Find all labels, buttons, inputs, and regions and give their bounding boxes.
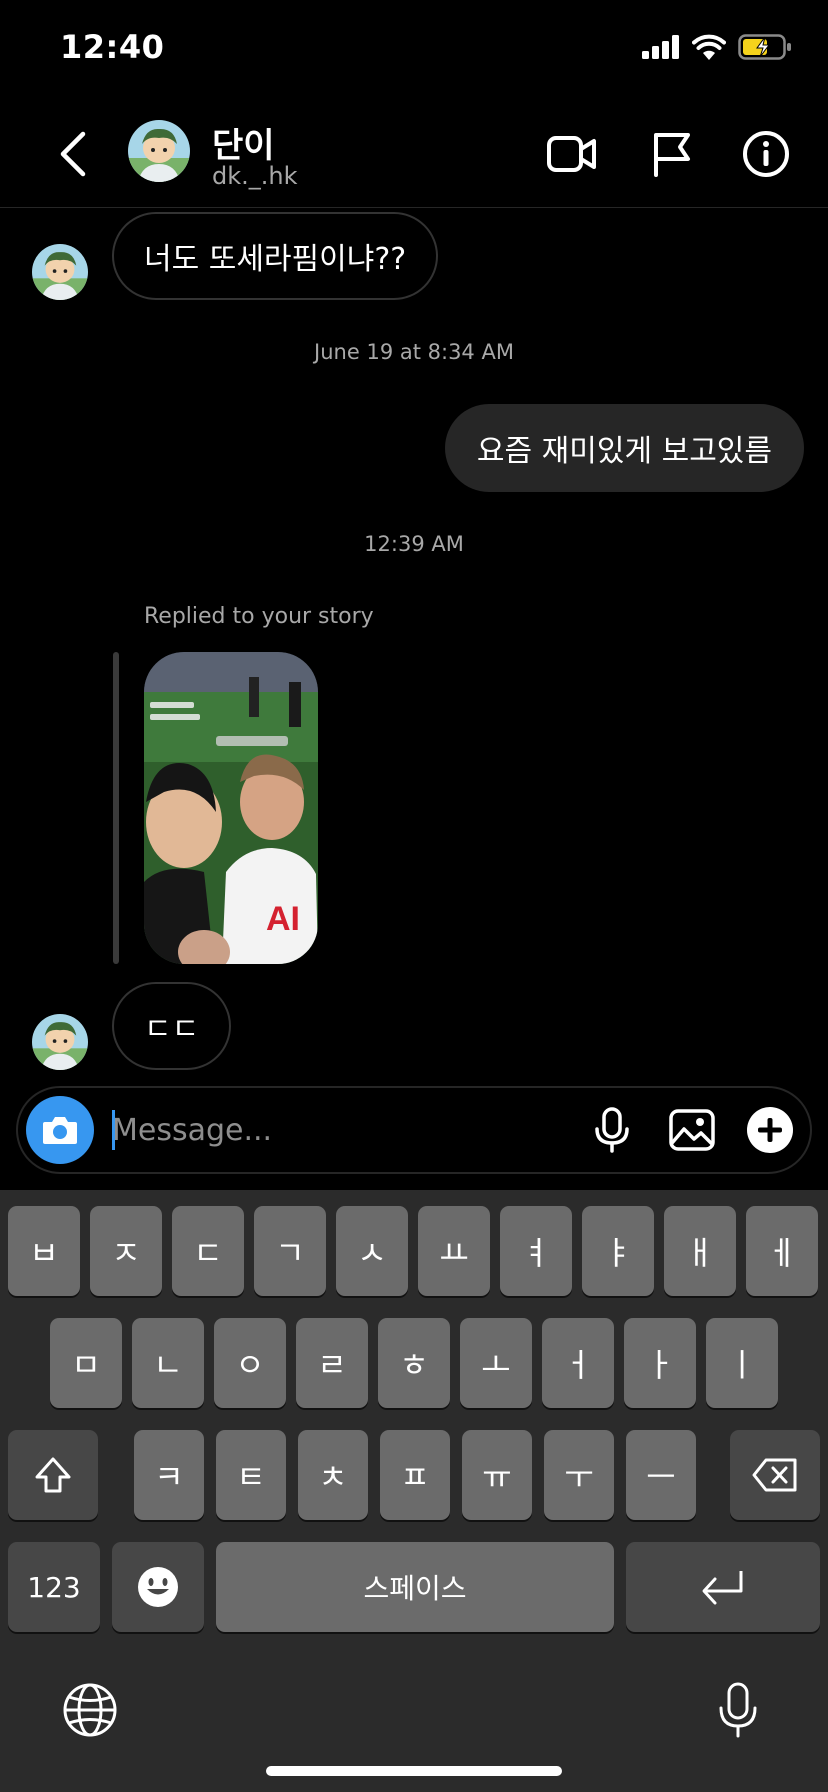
sender-avatar[interactable] <box>32 244 88 300</box>
key-ng[interactable]: ㅇ <box>214 1318 286 1408</box>
key-e[interactable]: ㅔ <box>746 1206 818 1296</box>
emoji-icon <box>138 1567 178 1607</box>
key-a[interactable]: ㅏ <box>624 1318 696 1408</box>
key-eu[interactable]: ㅡ <box>626 1430 696 1520</box>
plus-circle-icon <box>747 1107 793 1153</box>
key-r[interactable]: ㄹ <box>296 1318 368 1408</box>
key-yu[interactable]: ㅠ <box>462 1430 532 1520</box>
key-eo[interactable]: ㅓ <box>542 1318 614 1408</box>
text-cursor <box>112 1110 115 1150</box>
incoming-message-bubble[interactable]: 너도 또세라핌이냐?? <box>112 212 439 300</box>
dictation-button[interactable] <box>708 1680 768 1740</box>
info-icon <box>743 131 789 177</box>
keyboard-switch-button[interactable] <box>60 1680 120 1740</box>
story-image: AI <box>144 652 318 964</box>
key-d[interactable]: ㄷ <box>172 1206 244 1296</box>
outgoing-message-bubble[interactable]: 요즘 재미있게 보고있름 <box>444 404 804 492</box>
contact-handle[interactable]: dk._.hk <box>212 162 298 190</box>
video-call-button[interactable] <box>546 128 598 180</box>
message-text: 너도 또세라핌이냐?? <box>144 242 407 277</box>
globe-icon <box>63 1683 117 1737</box>
return-key[interactable] <box>626 1542 820 1632</box>
avatar-image <box>128 120 190 182</box>
key-g[interactable]: ㄱ <box>254 1206 326 1296</box>
backspace-key[interactable] <box>730 1430 820 1520</box>
key-u[interactable]: ㅜ <box>544 1430 614 1520</box>
cellular-signal-icon <box>642 35 679 59</box>
more-options-button[interactable] <box>742 1102 798 1158</box>
incoming-message-bubble[interactable]: ㄷㄷ <box>112 982 232 1070</box>
home-indicator[interactable] <box>266 1766 562 1776</box>
contact-name[interactable]: 단이 <box>212 118 275 167</box>
chat-header: 단이 dk._.hk <box>0 100 828 208</box>
voice-message-button[interactable] <box>584 1102 640 1158</box>
sender-avatar[interactable] <box>32 1014 88 1070</box>
svg-text:AI: AI <box>266 900 300 938</box>
key-j[interactable]: ㅈ <box>90 1206 162 1296</box>
key-p[interactable]: ㅍ <box>380 1430 450 1520</box>
chevron-left-icon <box>60 131 86 177</box>
key-ch[interactable]: ㅊ <box>298 1430 368 1520</box>
numbers-key[interactable]: 123 <box>8 1542 100 1632</box>
avatar-image <box>32 1014 88 1070</box>
key-ya[interactable]: ㅑ <box>582 1206 654 1296</box>
key-t[interactable]: ㅌ <box>216 1430 286 1520</box>
backspace-icon <box>752 1458 797 1492</box>
key-ae[interactable]: ㅐ <box>664 1206 736 1296</box>
key-i[interactable]: ㅣ <box>706 1318 778 1408</box>
info-button[interactable] <box>740 128 792 180</box>
status-time: 12:40 <box>60 28 165 66</box>
key-s[interactable]: ㅅ <box>336 1206 408 1296</box>
emoji-key[interactable] <box>112 1542 204 1632</box>
key-yeo[interactable]: ㅕ <box>500 1206 572 1296</box>
story-reply-label: Replied to your story <box>144 604 374 629</box>
camera-icon <box>43 1117 77 1144</box>
back-button[interactable] <box>50 124 94 184</box>
wifi-icon <box>692 34 726 60</box>
header-avatar[interactable] <box>128 120 190 182</box>
battery-charging-icon <box>738 34 791 60</box>
message-input[interactable] <box>112 1102 552 1158</box>
key-b[interactable]: ㅂ <box>8 1206 80 1296</box>
microphone-icon <box>595 1107 629 1153</box>
flag-icon <box>654 133 690 177</box>
shift-key[interactable] <box>8 1430 98 1520</box>
image-icon <box>669 1109 715 1151</box>
message-composer <box>16 1086 812 1174</box>
shift-arrow-icon <box>35 1457 71 1493</box>
key-h[interactable]: ㅎ <box>378 1318 450 1408</box>
key-n[interactable]: ㄴ <box>132 1318 204 1408</box>
message-text: 요즘 재미있게 보고있름 <box>476 434 772 469</box>
space-key[interactable]: 스페이스 <box>216 1542 614 1632</box>
key-k[interactable]: ㅋ <box>134 1430 204 1520</box>
video-camera-icon <box>547 136 596 172</box>
message-timestamp: 12:39 AM <box>364 532 464 556</box>
key-m[interactable]: ㅁ <box>50 1318 122 1408</box>
gallery-button[interactable] <box>664 1102 720 1158</box>
reply-indicator-bar <box>113 652 119 964</box>
camera-button[interactable] <box>26 1096 94 1164</box>
story-thumbnail[interactable]: AI <box>144 652 318 964</box>
key-o[interactable]: ㅗ <box>460 1318 532 1408</box>
return-arrow-icon <box>702 1571 743 1605</box>
avatar-image <box>32 244 88 300</box>
status-bar: 12:40 <box>0 0 828 100</box>
report-button[interactable] <box>646 128 698 180</box>
message-text: ㄷㄷ <box>144 1012 200 1047</box>
microphone-icon <box>719 1682 757 1738</box>
message-timestamp: June 19 at 8:34 AM <box>314 340 514 364</box>
status-icons <box>642 34 792 60</box>
key-yo[interactable]: ㅛ <box>418 1206 490 1296</box>
